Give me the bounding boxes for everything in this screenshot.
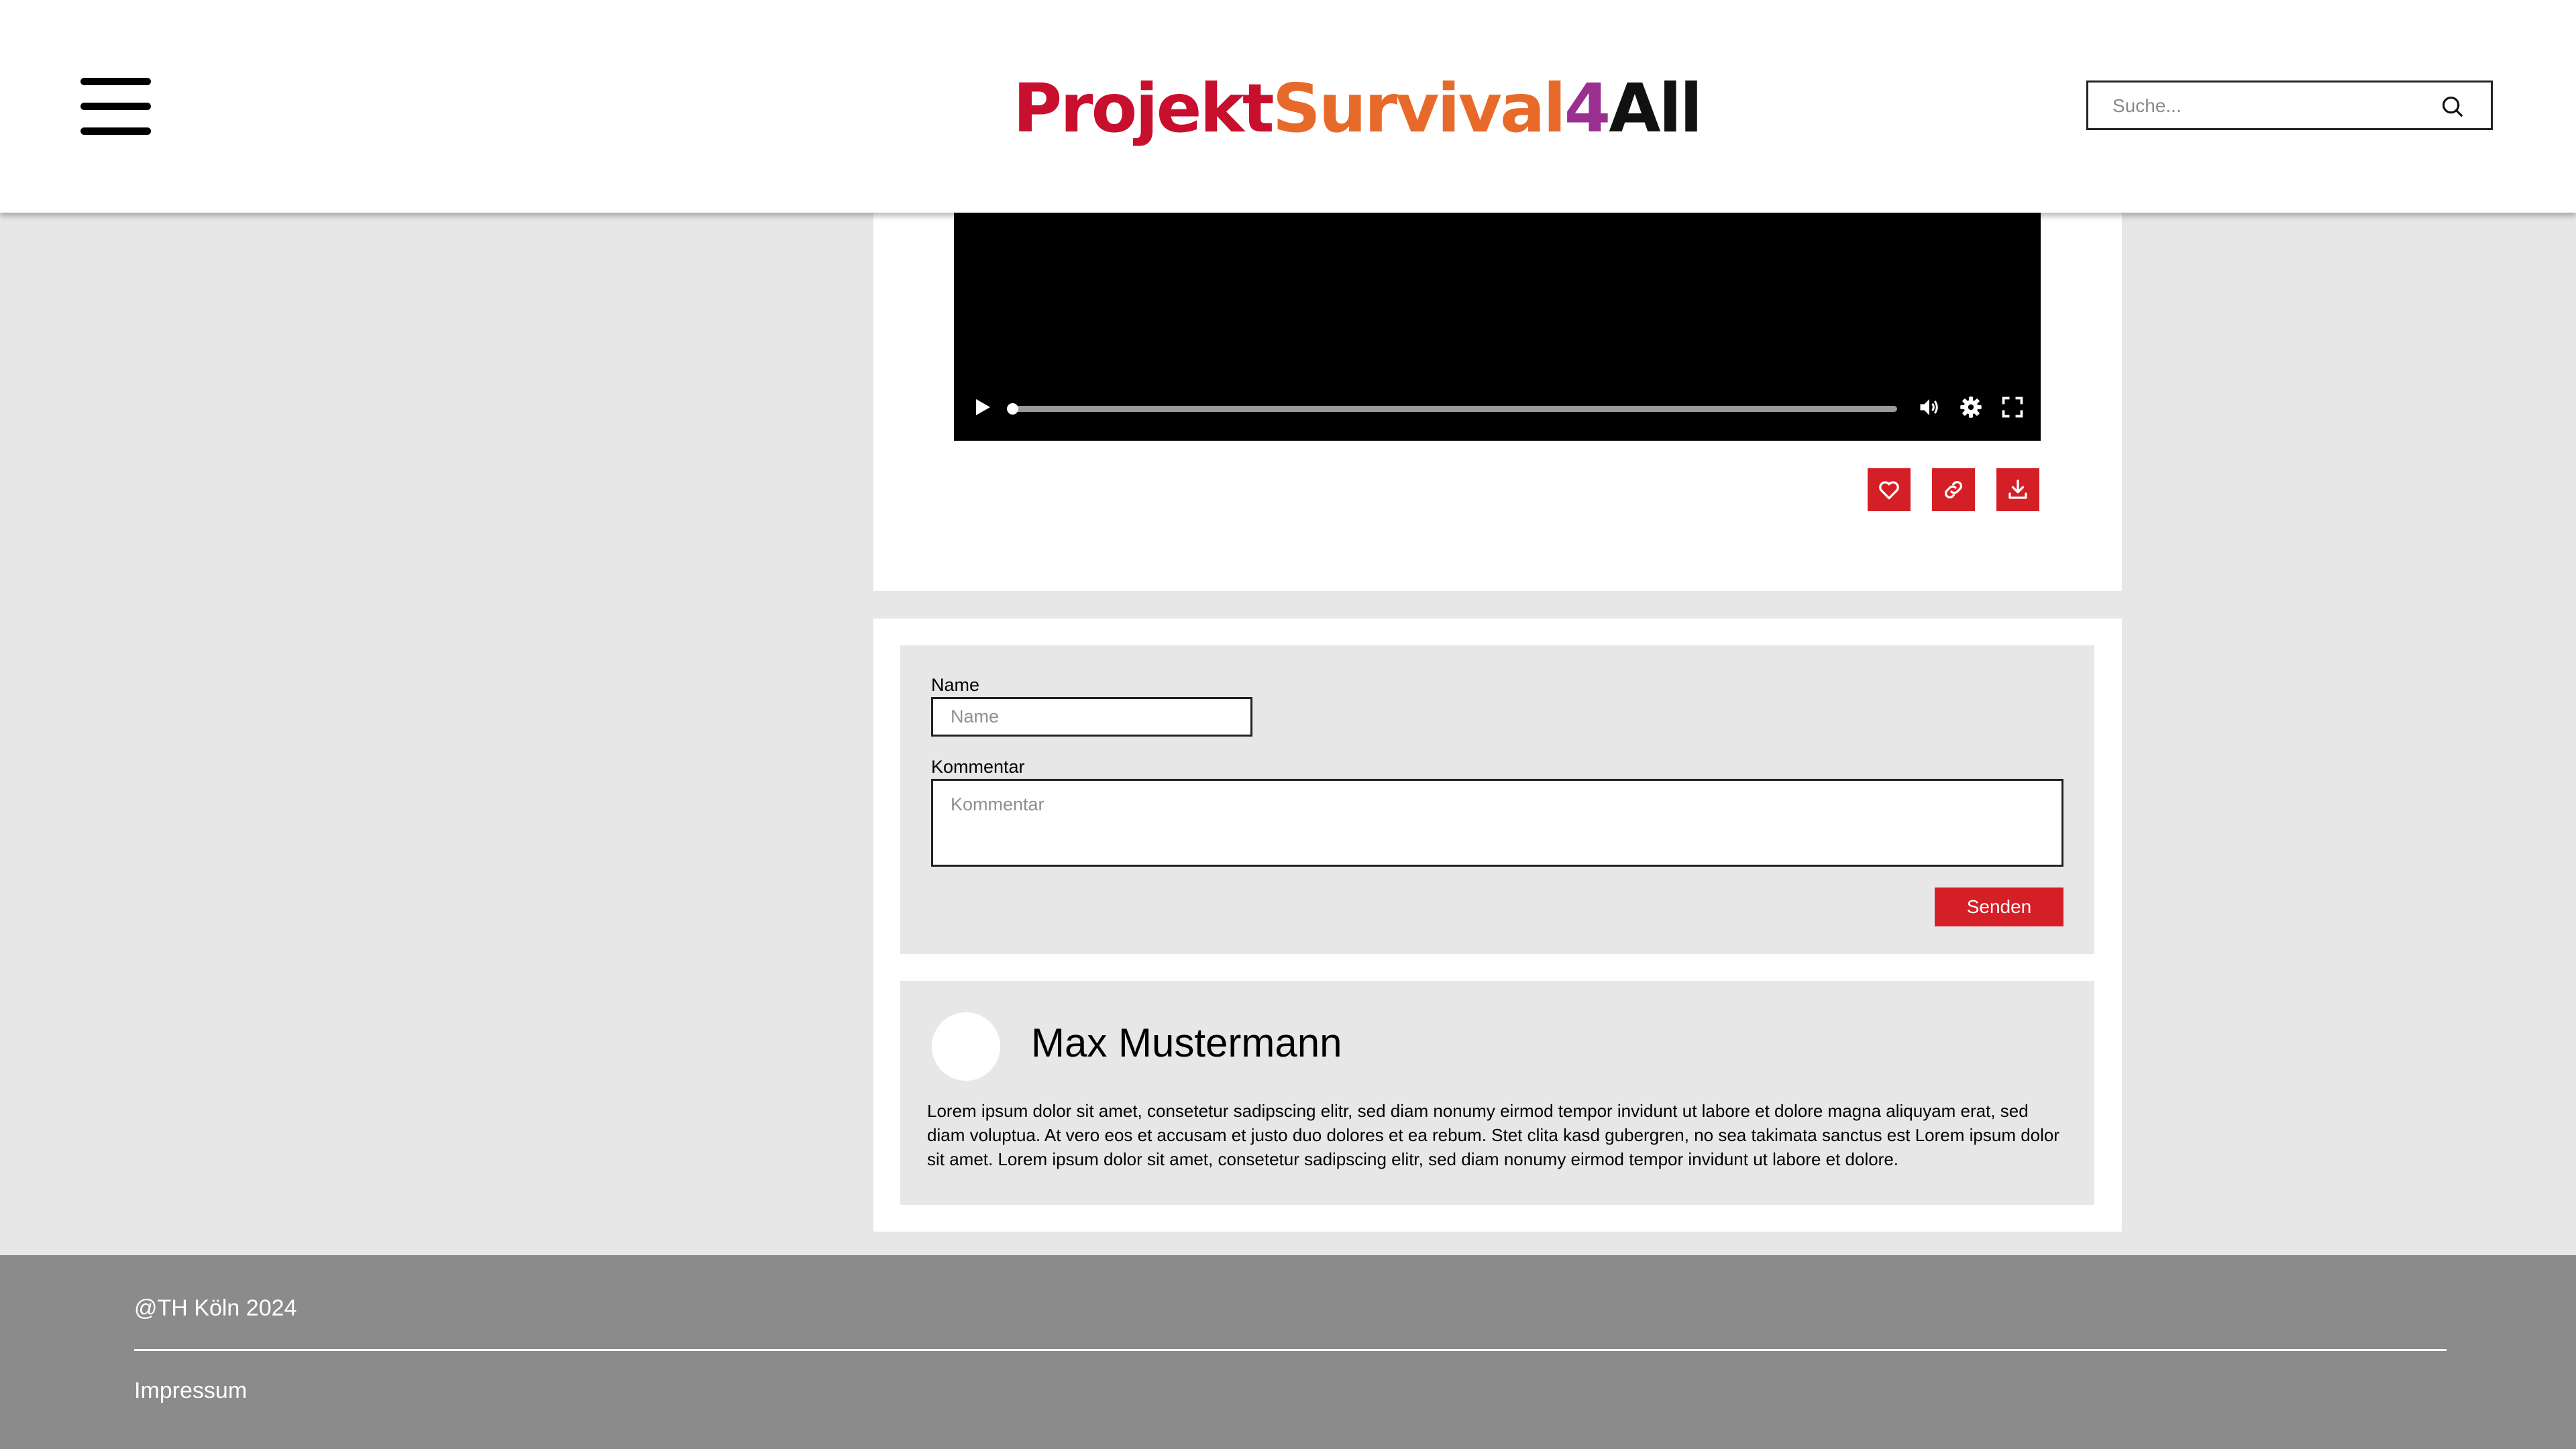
like-button[interactable] (1868, 468, 1911, 511)
download-icon (2008, 479, 2027, 499)
logo-part: 4 (1564, 69, 1611, 148)
video-progress-thumb[interactable] (1007, 403, 1018, 415)
name-input[interactable] (931, 697, 1252, 737)
play-icon[interactable] (970, 395, 994, 419)
site-footer (0, 1255, 2576, 1449)
search-icon[interactable] (2440, 94, 2465, 119)
video-player[interactable] (954, 213, 2041, 441)
heart-icon (1879, 481, 1899, 500)
comment-author: Max Mustermann (1031, 1020, 1342, 1065)
copy-link-button[interactable] (1932, 468, 1975, 511)
search-input[interactable] (2111, 91, 2422, 121)
hamburger-menu-icon[interactable] (80, 78, 151, 135)
search-box (2086, 80, 2493, 130)
avatar (932, 1012, 1000, 1081)
video-progress-bar[interactable] (1007, 403, 1897, 415)
logo-part: Survival (1272, 69, 1566, 148)
site-logo[interactable]: ProjektSurvival4All (1013, 62, 1703, 156)
comment-textarea[interactable] (931, 779, 2063, 867)
link-icon (1944, 480, 1963, 499)
volume-icon[interactable] (1917, 395, 1941, 419)
logo-part: All (1609, 69, 1703, 148)
name-label: Name (931, 675, 980, 695)
impressum-link[interactable]: Impressum (134, 1378, 247, 1404)
comment-text: Lorem ipsum dolor sit amet, consetetur s… (927, 1101, 2060, 1169)
comment-label: Kommentar (931, 757, 1025, 777)
site-header: ProjektSurvival4All (0, 0, 2576, 213)
download-button[interactable] (1996, 468, 2039, 511)
footer-divider (134, 1349, 2447, 1351)
send-button[interactable]: Senden (1935, 888, 2063, 926)
copyright-text: @TH Köln 2024 (134, 1295, 297, 1321)
fullscreen-icon[interactable] (2000, 395, 2025, 419)
settings-gear-icon[interactable] (1959, 395, 1983, 419)
logo-part: Projekt (1013, 69, 1275, 148)
